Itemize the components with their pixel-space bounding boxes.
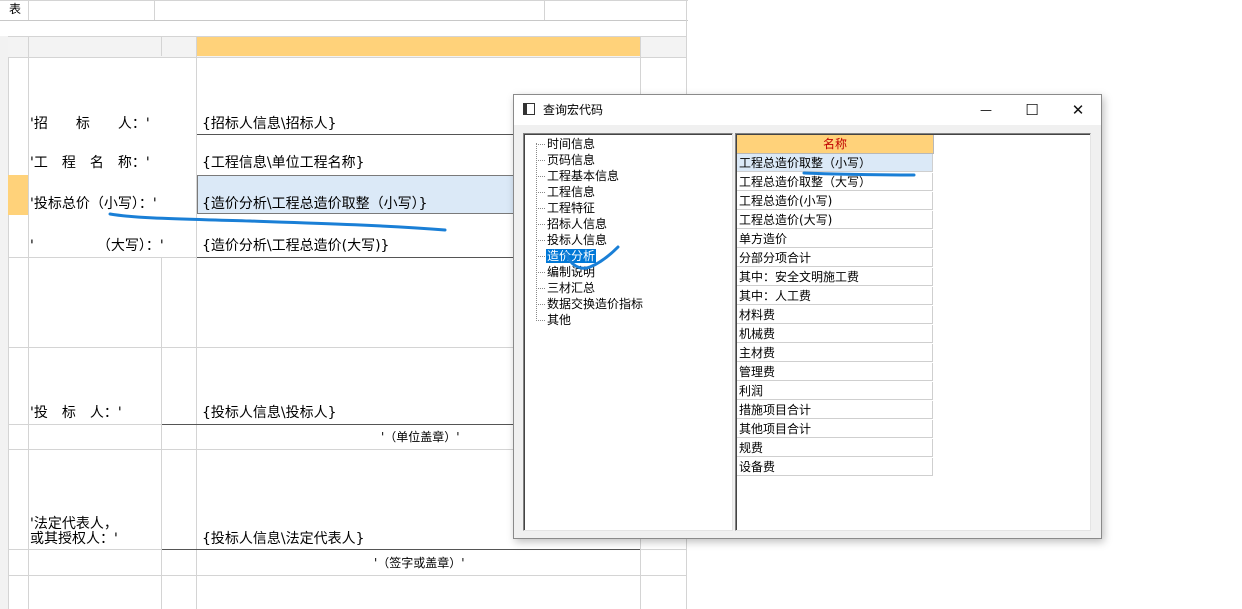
value-legal-rep[interactable]: {投标人信息\法定代表人} <box>202 530 365 548</box>
pen-row-underline-stroke <box>802 171 916 177</box>
grid-row[interactable]: 机械费 <box>737 325 933 343</box>
label-unit-seal: '（单位盖章）' <box>381 430 460 444</box>
sheet-corner-label: 表 <box>9 2 22 16</box>
value-project-name[interactable]: {工程信息\单位工程名称} <box>202 154 365 172</box>
grid-row[interactable]: 其中：人工费 <box>737 287 933 305</box>
grid-row[interactable]: 主材费 <box>737 344 933 362</box>
tree-item[interactable]: 工程基本信息 <box>546 169 620 183</box>
tree-connector <box>536 208 545 209</box>
grid-row[interactable]: 单方造价 <box>737 230 933 248</box>
tree-connector <box>536 288 545 289</box>
dialog-titlebar[interactable]: 查询宏代码 — ☐ ✕ <box>514 95 1101 125</box>
value-bid-total-big[interactable]: {造价分析\工程总造价(大写)} <box>202 237 389 255</box>
tree-connector <box>536 192 545 193</box>
tree-connector <box>536 240 545 241</box>
grid-row[interactable]: 管理费 <box>737 363 933 381</box>
label-bid-total-big: ' （大写）：' <box>30 238 164 254</box>
category-tree[interactable]: 时间信息 页码信息 工程基本信息 工程信息 工程特征 招标人信息 投标人信息 造价分析 编制说明… <box>523 133 733 531</box>
tree-item[interactable]: 数据交换造价指标 <box>546 297 644 311</box>
tree-connector <box>536 144 545 145</box>
grid-header-name: 名称 <box>737 135 934 154</box>
dialog-title: 查询宏代码 <box>543 103 604 117</box>
tree-connector <box>536 320 545 321</box>
maximize-button[interactable]: ☐ <box>1009 95 1055 125</box>
grid-row[interactable]: 其中：安全文明施工费 <box>737 268 933 286</box>
tree-connector <box>536 272 545 273</box>
tree-connector <box>536 304 545 305</box>
label-bidder: '投 标 人：' <box>30 405 122 421</box>
grid-row[interactable]: 规费 <box>737 439 933 457</box>
tree-item[interactable]: 时间信息 <box>546 137 596 151</box>
value-tender-person[interactable]: {招标人信息\招标人} <box>202 115 337 133</box>
tree-connector <box>536 176 545 177</box>
grid-row[interactable]: 工程总造价(大写) <box>737 211 933 229</box>
macro-query-dialog[interactable]: 查询宏代码 — ☐ ✕ 时间信息 页码信息 工程基本信息 工程信息 工程特征 招标人信息投… <box>513 94 1102 539</box>
current-row-marker <box>8 175 28 215</box>
header-band-highlight <box>197 37 640 56</box>
label-project-name: '工 程 名 称：' <box>30 155 150 171</box>
grid-row[interactable]: 材料费 <box>737 306 933 324</box>
label-legal-rep-2: 或其授权人：' <box>30 531 118 547</box>
tree-item[interactable]: 招标人信息 <box>546 217 608 231</box>
close-button[interactable]: ✕ <box>1055 95 1101 125</box>
tree-item[interactable]: 页码信息 <box>546 153 596 167</box>
grid-row[interactable]: 措施项目合计 <box>737 401 933 419</box>
tree-item[interactable]: 工程特征 <box>546 201 596 215</box>
tree-connector <box>536 160 545 161</box>
pen-check-stroke <box>564 245 620 270</box>
macro-list[interactable]: 名称 工程总造价取整（小写） 工程总造价取整（大写） 工程总造价(小写) 工程总造价(… <box>735 133 1091 531</box>
tree-connector <box>536 224 545 225</box>
grid-row[interactable]: 其他项目合计 <box>737 420 933 438</box>
label-tender-person: '招 标 人：' <box>30 116 150 132</box>
grid-row[interactable]: 设备费 <box>737 458 933 476</box>
tree-item[interactable]: 工程信息 <box>546 185 596 199</box>
minimize-button[interactable]: — <box>963 95 1009 125</box>
grid-row[interactable]: 利润 <box>737 382 933 400</box>
tree-item[interactable]: 其他 <box>546 313 572 327</box>
grid-row[interactable]: 工程总造价(小写) <box>737 192 933 210</box>
app-icon <box>523 103 535 115</box>
value-bidder[interactable]: {投标人信息\投标人} <box>202 404 337 422</box>
tree-item[interactable]: 三材汇总 <box>546 281 596 295</box>
label-sign-seal: '（签字或盖章）' <box>374 556 465 570</box>
pen-underline-stroke <box>108 212 447 232</box>
tree-connector <box>536 256 545 257</box>
grid-row[interactable]: 分部分项合计 <box>737 249 933 267</box>
